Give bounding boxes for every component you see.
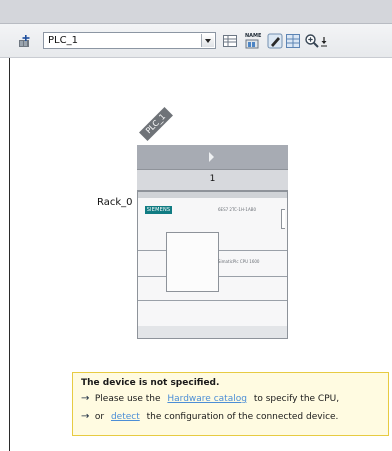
top-bar — [0, 0, 392, 23]
rack-expand-arrow[interactable] — [137, 145, 288, 169]
module-names-rack-icon — [245, 39, 259, 49]
canvas-left-border — [9, 58, 10, 451]
device-view-toolbar: PLC_1 NAME — [0, 24, 392, 58]
arrow-right-icon: → — [81, 393, 90, 404]
show-module-names-icon[interactable]: NAME — [244, 33, 262, 49]
cpu-module-slot[interactable]: SIEMENS 6ES7 2TC-1H-1AB0 SimaticPlc CPU … — [137, 191, 288, 339]
module-name: SimaticPlc CPU 1600 — [218, 259, 260, 264]
rack-label: Rack_0 — [97, 197, 133, 208]
grid-icon[interactable] — [285, 33, 301, 49]
table-view-icon[interactable] — [222, 33, 238, 49]
detect-link[interactable]: detect — [111, 412, 140, 422]
info-line-hardware-catalog: → Please use the Hardware catalog to spe… — [81, 390, 380, 408]
zoom-icon[interactable] — [304, 33, 320, 49]
device-select[interactable]: PLC_1 — [43, 32, 216, 49]
arrow-right-icon: → — [81, 411, 90, 422]
info-line1-prefix: Please use the — [94, 394, 161, 404]
info-line-detect: → or detect the configuration of the con… — [81, 408, 380, 426]
chevron-down-icon[interactable] — [201, 34, 214, 47]
module-connector — [281, 209, 285, 229]
info-line2-prefix: or — [94, 412, 105, 422]
device-not-specified-info: The device is not specified. → Please us… — [72, 372, 389, 436]
device-label[interactable]: PLC_1 — [139, 107, 173, 141]
module-code: 6ES7 2TC-1H-1AB0 — [218, 207, 256, 212]
info-line2-suffix: the configuration of the connected devic… — [146, 412, 339, 422]
device-select-value: PLC_1 — [48, 35, 78, 46]
module-display — [166, 232, 219, 292]
module-bottom-band — [138, 326, 287, 338]
rack[interactable]: 1 SIEMENS 6ES7 2TC-1H-1AB0 SimaticPlc CP… — [137, 145, 288, 339]
properties-icon[interactable] — [267, 33, 283, 49]
siemens-logo: SIEMENS — [145, 206, 172, 214]
module-divider-bottom — [138, 300, 287, 301]
module-top-band — [138, 192, 287, 198]
network-device-icon[interactable] — [17, 33, 33, 49]
zoom-menu-arrow-icon[interactable] — [320, 33, 328, 49]
slot-number: 1 — [209, 174, 216, 184]
info-title: The device is not specified. — [81, 378, 220, 388]
info-line1-suffix: to specify the CPU, — [253, 394, 340, 404]
slot-header: 1 — [137, 169, 288, 191]
hardware-catalog-link[interactable]: Hardware catalog — [167, 394, 247, 404]
